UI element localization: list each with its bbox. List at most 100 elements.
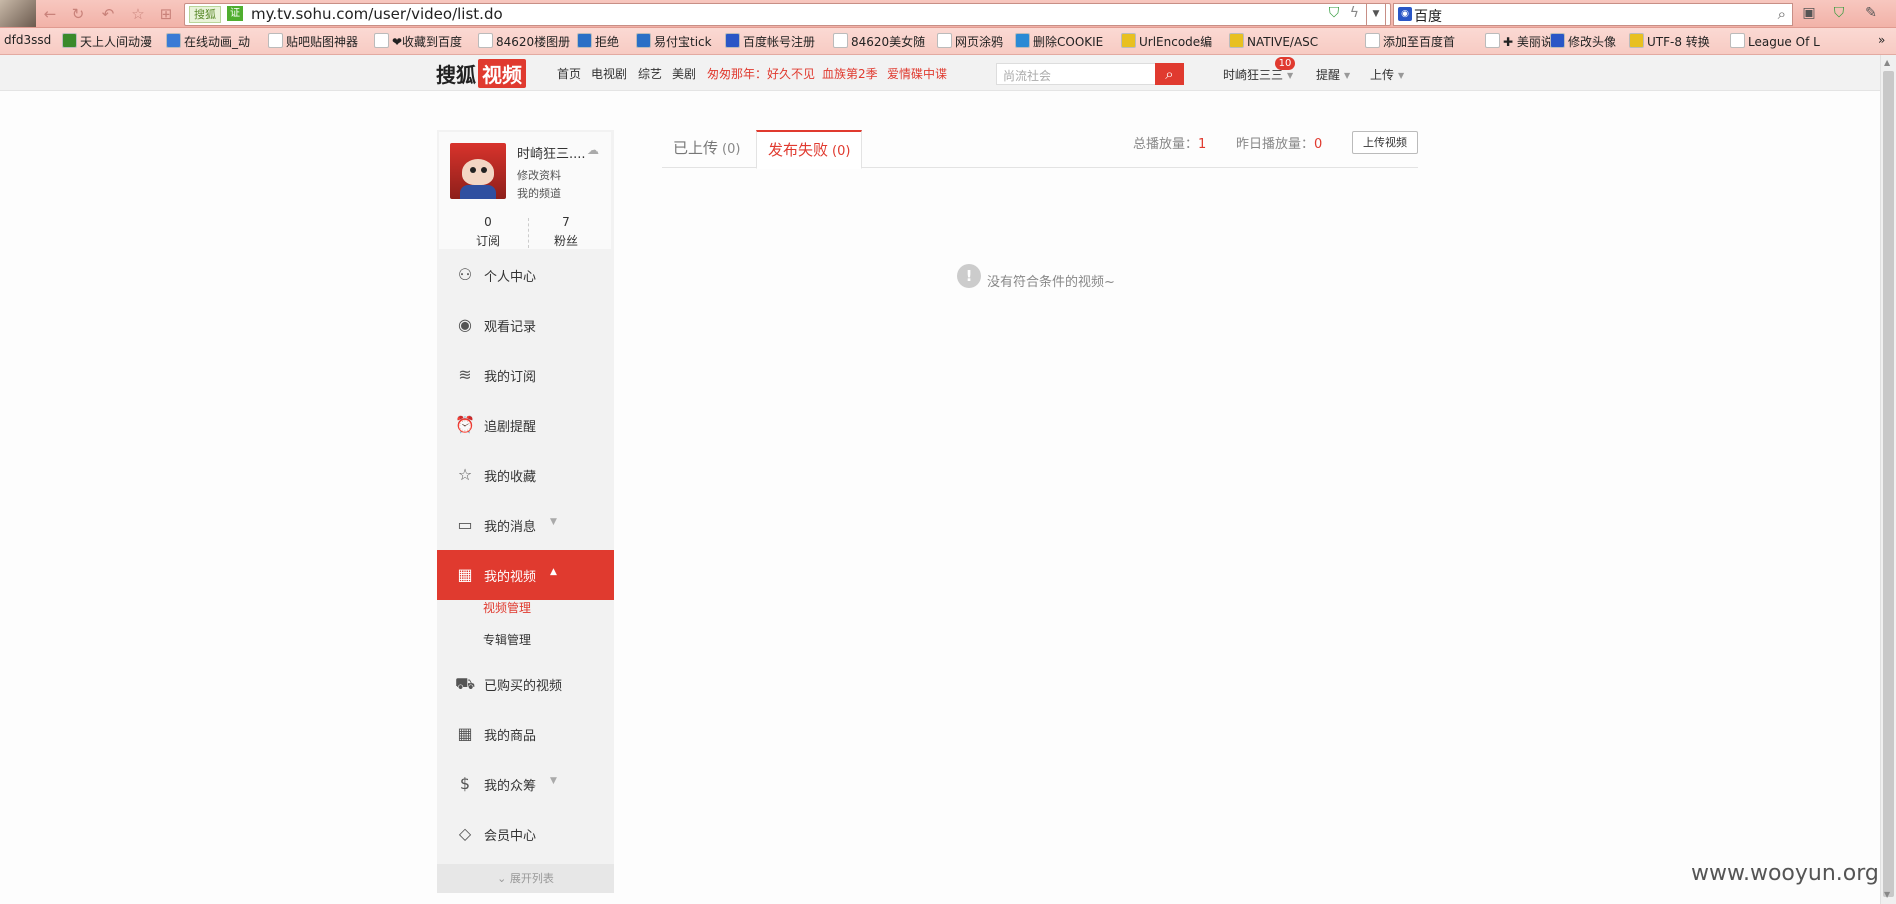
bookmark-item[interactable]: League Of L [1730, 33, 1820, 49]
certificate-icon[interactable]: 证 [227, 6, 243, 21]
address-bar[interactable]: 搜狐 证 my.tv.sohu.com/user/video/list.do ⛉… [184, 3, 1391, 26]
fans-count[interactable]: 7 [536, 215, 596, 229]
nav-tv-series[interactable]: 电视剧 [591, 65, 627, 82]
warning-icon: ! [957, 264, 981, 288]
apps-grid-icon[interactable]: ⊞ [156, 4, 176, 24]
fans-label[interactable]: 粉丝 [536, 232, 596, 249]
alarm-clock-icon: ⏰ [455, 415, 475, 434]
nav-variety[interactable]: 综艺 [638, 65, 662, 82]
wrench-menu-icon[interactable]: ✎ [1862, 4, 1880, 22]
bookmarks-overflow-icon[interactable]: » [1878, 33, 1885, 47]
sidebar-item[interactable]: $ 我的众筹 ▼ [437, 759, 614, 809]
upload-menu[interactable]: 上传 ▼ [1370, 66, 1404, 83]
site-search-input[interactable]: 尚流社会 [996, 63, 1156, 85]
sidebar-item[interactable]: ▦ 我的视频 ▲ [437, 550, 614, 600]
subscriptions-count[interactable]: 0 [458, 215, 518, 229]
bookmark-favicon-icon [268, 33, 283, 48]
edit-profile-link[interactable]: 修改资料 [517, 167, 561, 183]
sidebar-item[interactable]: ⏰ 追剧提醒 [437, 400, 614, 450]
person-icon: ⚇ [457, 265, 473, 284]
reload-icon[interactable]: ↻ [68, 4, 88, 24]
bookmark-item[interactable]: ❤收藏到百度 [374, 33, 462, 50]
sidebar-item[interactable]: ⚇ 个人中心 [437, 250, 614, 300]
upload-video-button[interactable]: 上传视频 [1352, 131, 1418, 154]
search-icon[interactable]: ⌕ [1778, 5, 1786, 23]
cloud-icon: ☁ [587, 143, 599, 157]
favorite-star-icon[interactable]: ☆ [128, 4, 148, 24]
lightning-icon[interactable]: ϟ [1350, 5, 1359, 21]
expand-list-button[interactable]: ⌄ 展开列表 [437, 864, 614, 893]
page-scrollbar[interactable]: ▲ ▼ [1880, 55, 1896, 904]
scroll-down-icon[interactable]: ▼ [1884, 890, 1890, 899]
submenu-video-manage[interactable]: 视频管理 [483, 599, 531, 616]
sidebar-item[interactable]: ◉ 观看记录 [437, 300, 614, 350]
nav-us-series[interactable]: 美剧 [672, 65, 696, 82]
bookmark-item[interactable]: 删除COOKIE [1015, 33, 1103, 50]
undo-icon[interactable]: ↶ [98, 4, 118, 24]
bookmark-item[interactable]: 易付宝tick [636, 33, 712, 50]
bookmark-item[interactable]: 添加至百度首 [1365, 33, 1455, 50]
diamond-icon: ◇ [458, 824, 472, 843]
bookmark-item[interactable]: 百度帐号注册 [725, 33, 815, 50]
message-icon: ▭ [457, 515, 473, 534]
bookmark-item[interactable]: 84620美女随 [833, 33, 925, 50]
bookmark-item[interactable]: ✚ 美丽说 [1485, 33, 1553, 50]
yesterday-plays: 昨日播放量：0 [1236, 133, 1322, 152]
tab-publish-failed[interactable]: 发布失败 (0) [756, 130, 863, 169]
bookmark-label: 贴吧贴图神器 [286, 35, 359, 49]
bookmark-favicon-icon [166, 33, 181, 48]
sidebar-item[interactable]: ≋ 我的订阅 [437, 350, 614, 400]
bookmark-label: 添加至百度首 [1383, 35, 1456, 49]
bookmark-item[interactable]: 贴吧贴图神器 [268, 33, 358, 50]
my-channel-link[interactable]: 我的频道 [517, 185, 561, 201]
baidu-paw-icon[interactable]: ◉ [1398, 7, 1412, 21]
bookmark-item[interactable]: 84620楼图册 [478, 33, 570, 50]
promo-link-2[interactable]: 血族第2季 [822, 65, 878, 82]
sidebar-item[interactable]: ☆ 我的收藏 [437, 450, 614, 500]
bookmark-item[interactable]: NATIVE/ASC [1229, 33, 1318, 49]
bookmark-item[interactable]: 天上人间动漫 [62, 33, 152, 50]
address-dropdown-icon[interactable]: ▼ [1366, 3, 1386, 26]
profile-card: 时崎狂三.... ☁ 修改资料 我的频道 0 订阅 7 粉丝 [439, 132, 611, 249]
profile-name[interactable]: 时崎狂三.... [517, 143, 586, 162]
security-shield-icon[interactable]: ⛉ [1830, 4, 1848, 22]
bookmark-label: NATIVE/ASC [1247, 35, 1319, 49]
bookmark-favicon-icon [478, 33, 493, 48]
sidebar-item[interactable]: ▦ 我的商品 [437, 709, 614, 759]
remind-menu[interactable]: 提醒 ▼ [1316, 66, 1350, 83]
bookmark-favicon-icon [937, 33, 952, 48]
promo-link-3[interactable]: 爱情碟中谍 [887, 65, 947, 82]
product-icon: ▦ [457, 724, 473, 743]
scroll-thumb[interactable] [1883, 71, 1894, 897]
bookmark-item[interactable]: UTF-8 转换 [1629, 33, 1710, 50]
site-search-button[interactable]: ⌕ [1155, 63, 1184, 85]
bookmark-item[interactable]: UrlEncode编 [1121, 33, 1212, 50]
sidebar-item[interactable]: ⛟ 已购买的视频 [437, 659, 614, 709]
bookmark-item[interactable]: 修改头像 [1550, 33, 1616, 50]
nav-home[interactable]: 首页 [557, 65, 581, 82]
shield-icon[interactable]: ⛉ [1329, 5, 1340, 21]
promo-link-1[interactable]: 匆匆那年：好久不见 [707, 65, 815, 82]
bookmark-item[interactable]: 在线动画_动 [166, 33, 250, 50]
sidebar-item-label: 个人中心 [484, 270, 537, 285]
sohu-video-logo[interactable]: 搜狐 视频 [436, 59, 526, 88]
browser-search-box[interactable]: ◉ 百度 ⌕ [1393, 3, 1793, 26]
translate-icon[interactable]: ▣ [1800, 4, 1818, 22]
sidebar-item[interactable]: ▭ 我的消息 ▼ [437, 500, 614, 550]
back-icon[interactable]: ← [40, 4, 60, 24]
bookmark-label: 84620美女随 [851, 35, 926, 49]
tab-uploaded[interactable]: 已上传 (0) [662, 130, 751, 167]
bookmark-item[interactable]: 拒绝 [577, 33, 619, 50]
browser-profile-avatar[interactable] [0, 0, 36, 27]
sidebar-item[interactable]: ◇ 会员中心 [437, 809, 614, 859]
scroll-up-icon[interactable]: ▲ [1884, 58, 1890, 67]
submenu-album-manage[interactable]: 专辑管理 [483, 631, 531, 648]
bookmark-item[interactable]: 网页涂鸦 [937, 33, 1003, 50]
sidebar-item-label: 我的消息 [484, 520, 537, 535]
bookmark-label: 删除COOKIE [1033, 35, 1104, 49]
remind-label: 提醒 [1316, 68, 1341, 82]
subscriptions-label[interactable]: 订阅 [458, 232, 518, 249]
url-text[interactable]: my.tv.sohu.com/user/video/list.do [251, 5, 503, 24]
bookmark-item[interactable]: dfd3ssd [4, 33, 51, 47]
avatar[interactable] [450, 143, 506, 199]
